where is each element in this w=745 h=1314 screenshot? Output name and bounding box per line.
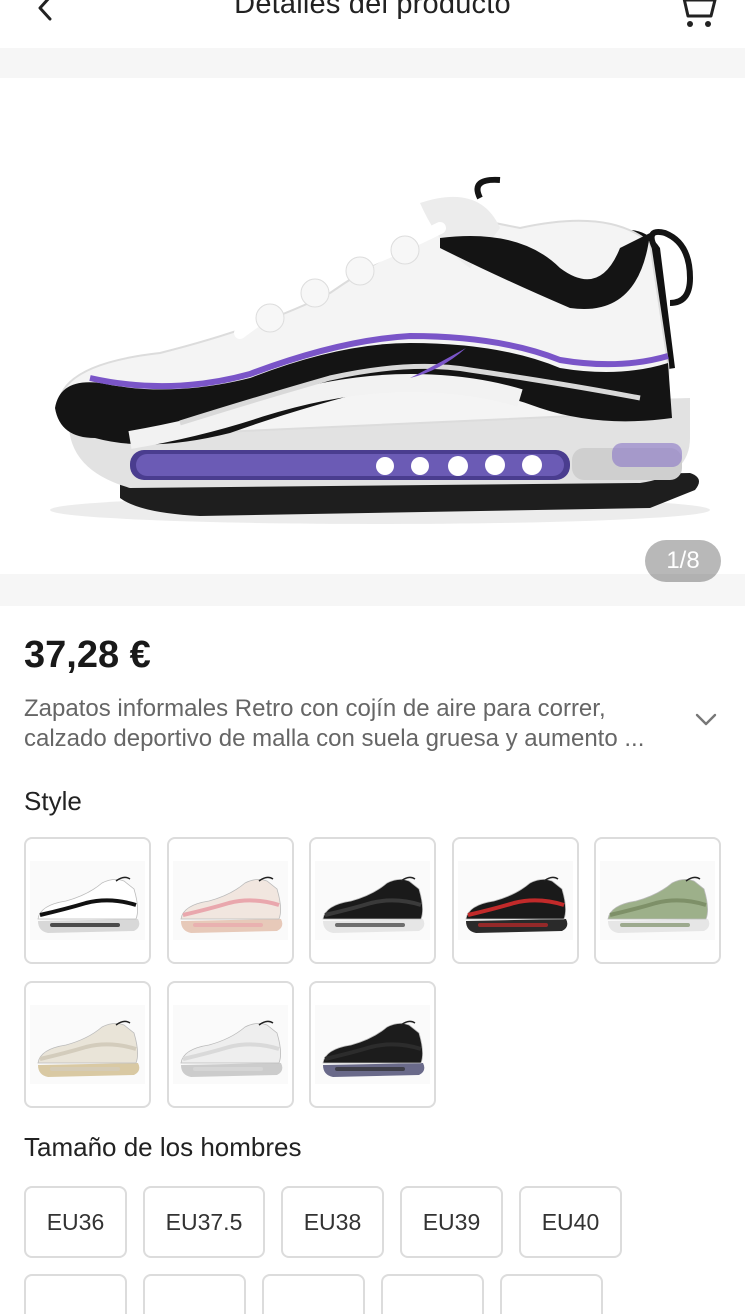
expand-description-button[interactable] xyxy=(693,706,719,732)
style-option-olive-green[interactable] xyxy=(594,837,721,964)
style-option-all-black[interactable] xyxy=(309,837,436,964)
product-description[interactable]: Zapatos informales Retro con cojín de ai… xyxy=(24,694,684,754)
size-option-partial[interactable] xyxy=(262,1274,365,1314)
size-label: Tamaño de los hombres xyxy=(24,1132,302,1162)
description-line: Zapatos informales Retro con cojín de ai… xyxy=(24,695,606,722)
size-option[interactable]: EU38 xyxy=(281,1186,384,1258)
style-thumbnail-image xyxy=(607,876,710,933)
top-bar: Detalles del producto xyxy=(0,0,745,48)
style-option-pink-cream[interactable] xyxy=(167,837,294,964)
size-option-partial[interactable] xyxy=(500,1274,603,1314)
description-line: calzado deportivo de malla con suela gru… xyxy=(24,725,645,752)
style-option-light-gray[interactable] xyxy=(167,981,294,1108)
product-gallery[interactable]: 1/8 xyxy=(0,48,745,606)
product-image-frame xyxy=(0,78,745,574)
style-thumbnail-image xyxy=(180,1020,283,1077)
style-option-black-red[interactable] xyxy=(452,837,579,964)
product-price: 37,28 € xyxy=(24,634,151,676)
chevron-down-icon xyxy=(695,713,717,726)
style-label: Style xyxy=(24,786,82,816)
style-thumbnail-image xyxy=(322,876,425,933)
style-thumbnail-image xyxy=(180,876,283,933)
size-option[interactable]: EU36 xyxy=(24,1186,127,1258)
size-option[interactable]: EU37.5 xyxy=(143,1186,265,1258)
cart-button[interactable] xyxy=(673,0,719,32)
page-title: Detalles del producto xyxy=(234,0,511,20)
style-thumbnail-image xyxy=(37,876,140,933)
size-option[interactable]: EU40 xyxy=(519,1186,622,1258)
style-option-cream[interactable] xyxy=(24,981,151,1108)
style-thumbnail-image xyxy=(322,1020,425,1077)
size-option[interactable]: EU39 xyxy=(400,1186,503,1258)
size-option-partial[interactable] xyxy=(24,1274,127,1314)
size-option-partial[interactable] xyxy=(381,1274,484,1314)
style-option-black-gray[interactable] xyxy=(309,981,436,1108)
shopping-cart-icon xyxy=(682,0,717,27)
product-image[interactable] xyxy=(0,78,745,574)
image-page-indicator: 1/8 xyxy=(645,540,721,582)
style-thumbnail-image xyxy=(37,1020,140,1077)
style-option-white-black[interactable] xyxy=(24,837,151,964)
size-option-partial[interactable] xyxy=(143,1274,246,1314)
style-thumbnail-image xyxy=(465,876,568,933)
